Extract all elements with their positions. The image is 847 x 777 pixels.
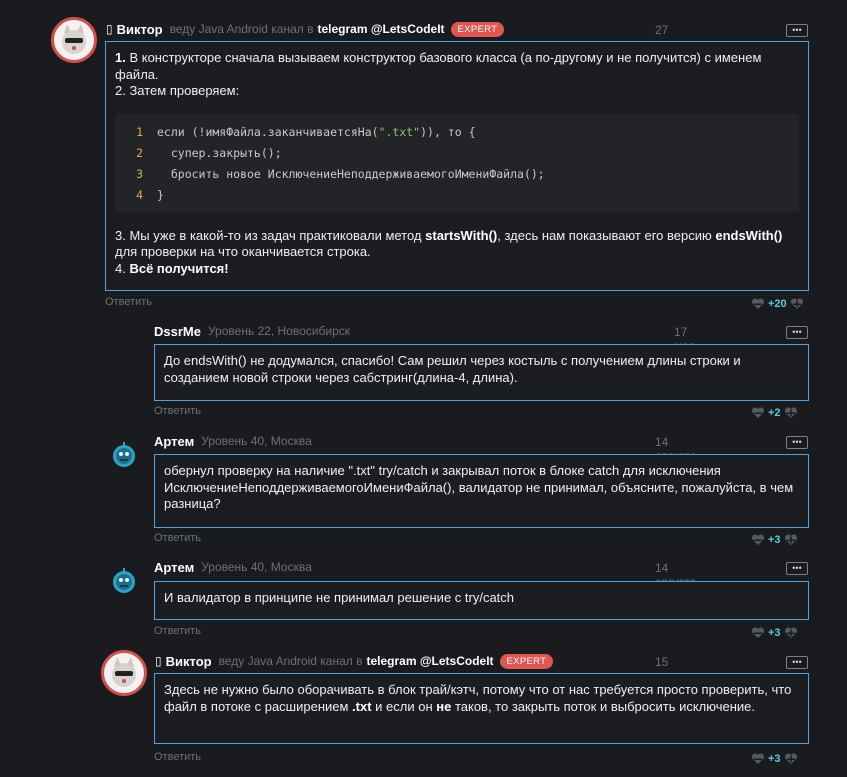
- expert-badge: EXPERT: [499, 653, 554, 669]
- dislike-heart-icon[interactable]: [751, 627, 765, 639]
- flag-icon: ▯: [106, 22, 113, 36]
- emphasis: не: [436, 698, 452, 714]
- text: 4.: [115, 260, 130, 276]
- reply-link[interactable]: Ответить: [154, 751, 201, 763]
- author-meta: веду Java Android канал в: [169, 22, 314, 36]
- paragraph-1: 1. В конструкторе сначала вызываем конст…: [115, 50, 799, 83]
- text: таков, то закрыть поток и выбросить искл…: [451, 698, 756, 714]
- like-heart-icon[interactable]: [784, 753, 798, 765]
- telegram-link[interactable]: telegram @LetsCodeIt: [366, 654, 493, 668]
- vote-control: +2: [751, 407, 798, 419]
- code-text: супер.закрыть();: [157, 145, 282, 160]
- cat-avatar-icon: [112, 657, 136, 687]
- author-name[interactable]: Артем: [154, 560, 194, 575]
- author-meta: веду Java Android канал в: [218, 654, 363, 668]
- like-heart-icon[interactable]: [784, 534, 798, 546]
- author-name[interactable]: Виктор: [166, 654, 212, 669]
- dislike-heart-icon[interactable]: [751, 534, 765, 546]
- reply-link[interactable]: Ответить: [105, 296, 152, 308]
- emphasis: Всё получится!: [129, 260, 229, 276]
- paragraph-4: 4. Всё получится!: [115, 261, 799, 278]
- comment-body: обернул проверку на наличие ".txt" try/c…: [154, 454, 809, 528]
- code-string: ".txt": [378, 124, 421, 139]
- code-text: если (!имяФайла.заканчиваетсяНа(: [157, 124, 379, 139]
- code-text: )), то {: [420, 124, 476, 139]
- vote-count: +20: [768, 298, 787, 310]
- comment-body: 1. В конструкторе сначала вызываем конст…: [105, 41, 809, 291]
- paragraph-2: 2. Затем проверяем:: [115, 83, 240, 98]
- paragraph-1-text: В конструкторе сначала вызываем конструк…: [115, 50, 762, 82]
- author-name[interactable]: Виктор: [117, 22, 163, 37]
- dislike-heart-icon[interactable]: [751, 753, 765, 765]
- reply-link[interactable]: Ответить: [154, 625, 201, 637]
- code-ref: endsWith(): [715, 227, 783, 243]
- line-number: 2: [136, 145, 143, 160]
- robot-avatar-icon[interactable]: [111, 442, 137, 468]
- code-text: }: [157, 187, 164, 202]
- comment-menu-button[interactable]: •••: [786, 436, 808, 449]
- vote-control: +3: [751, 627, 798, 639]
- vote-control: +3: [751, 534, 798, 546]
- reply-link[interactable]: Ответить: [154, 532, 201, 544]
- reply-link[interactable]: Ответить: [154, 405, 201, 417]
- vote-count: +2: [768, 407, 781, 419]
- code-ref: startsWith(): [425, 227, 498, 243]
- dislike-heart-icon[interactable]: [751, 298, 765, 310]
- like-heart-icon[interactable]: [784, 627, 798, 639]
- vote-count: +3: [768, 753, 781, 765]
- author-meta: Уровень 40, Москва: [201, 560, 312, 574]
- text: 3. Мы уже в какой-то из задач практикова…: [115, 227, 426, 243]
- cat-avatar-icon: [62, 24, 86, 54]
- code-text: бросить новое ИсключениеНеподдерживаемог…: [157, 166, 545, 181]
- code-line: 3 бросить новое ИсключениеНеподдерживаем…: [115, 164, 799, 185]
- text: , здесь нам показывают его версию: [497, 227, 716, 243]
- comment-menu-button[interactable]: •••: [786, 24, 808, 37]
- comment-body: Здесь не нужно было оборачивать в блок т…: [154, 673, 809, 744]
- line-number: 3: [136, 166, 143, 181]
- code-line: 1 если (!имяФайла.заканчиваетсяНа(".txt")…: [115, 122, 799, 143]
- flag-icon: ▯: [155, 654, 162, 668]
- text: и если он: [371, 698, 437, 714]
- paragraph-3: 3. Мы уже в какой-то из задач практикова…: [115, 228, 799, 261]
- line-number: 4: [136, 187, 143, 202]
- vote-control: +3: [751, 753, 798, 765]
- emphasis: .txt: [352, 698, 372, 714]
- code-block: 1 если (!имяФайла.заканчиваетсяНа(".txt")…: [115, 113, 799, 212]
- avatar[interactable]: [101, 650, 147, 696]
- like-heart-icon[interactable]: [790, 298, 804, 310]
- vote-count: +3: [768, 627, 781, 639]
- vote-count: +3: [768, 534, 781, 546]
- author-name[interactable]: Артем: [154, 434, 194, 449]
- telegram-link[interactable]: telegram @LetsCodeIt: [317, 22, 444, 36]
- code-line: 4}: [115, 185, 799, 206]
- line-number: 1: [136, 124, 143, 139]
- paragraph-1-number: 1.: [115, 50, 126, 65]
- comment-menu-button[interactable]: •••: [786, 326, 808, 339]
- expert-badge: EXPERT: [450, 21, 505, 37]
- text: для проверки на что оканчивается строка.: [115, 244, 371, 259]
- robot-avatar-icon[interactable]: [111, 568, 137, 594]
- author-meta: Уровень 40, Москва: [201, 434, 312, 448]
- comment-menu-button[interactable]: •••: [786, 656, 808, 669]
- dislike-heart-icon[interactable]: [751, 407, 765, 419]
- comment-menu-button[interactable]: •••: [786, 562, 808, 575]
- comment-body: До endsWith() не додумался, спасибо! Сам…: [154, 344, 809, 401]
- comment-body: И валидатор в принципе не принимал решен…: [154, 581, 809, 620]
- vote-control: +20: [751, 298, 804, 310]
- like-heart-icon[interactable]: [784, 407, 798, 419]
- avatar[interactable]: [51, 17, 97, 63]
- code-line: 2 супер.закрыть();: [115, 143, 799, 164]
- author-name[interactable]: DssrMe: [154, 324, 201, 339]
- author-meta: Уровень 22, Новосибирск: [207, 324, 350, 338]
